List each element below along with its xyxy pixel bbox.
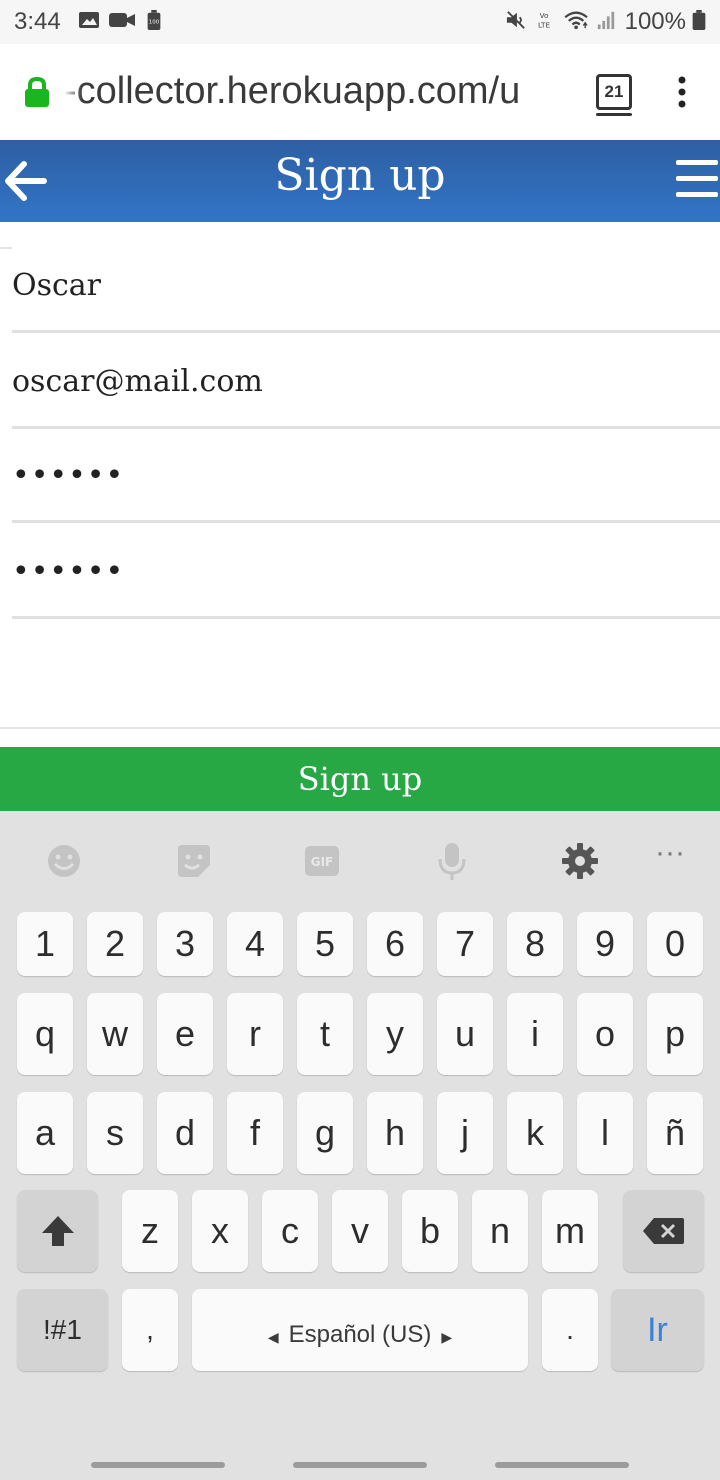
battery-percent: 100% [624,8,686,35]
emoji-icon[interactable] [44,841,84,881]
key-b[interactable]: b [402,1190,458,1272]
gif-icon[interactable]: GIF [302,841,342,881]
key-5[interactable]: 5 [297,912,353,976]
key-x[interactable]: x [192,1190,248,1272]
key-7[interactable]: 7 [437,912,493,976]
name-field[interactable] [12,240,720,333]
key-z[interactable]: z [122,1190,178,1272]
key-9[interactable]: 9 [577,912,633,976]
key-t[interactable]: t [297,993,353,1075]
key-d[interactable]: d [157,1092,213,1174]
key-v[interactable]: v [332,1190,388,1272]
status-bar: 3:44 100 Vo LTE 100% [0,0,720,44]
key-m[interactable]: m [542,1190,598,1272]
back-nav-button[interactable] [495,1462,629,1468]
tab-switcher-button[interactable]: 21 [596,74,632,116]
email-input[interactable] [12,336,712,426]
key-s[interactable]: s [87,1092,143,1174]
backspace-icon [642,1218,684,1244]
battery-saver-icon: 100 [147,10,161,30]
key-o[interactable]: o [577,993,633,1075]
battery-icon [692,10,706,30]
space-language-label: Español (US) [288,1321,432,1348]
shift-key[interactable] [17,1190,98,1272]
backspace-key[interactable] [623,1190,704,1272]
password-field[interactable] [12,430,720,523]
gallery-icon [79,12,99,28]
key-k[interactable]: k [507,1092,563,1174]
shift-arrow-icon [41,1216,74,1246]
go-key[interactable]: Ir [611,1289,704,1371]
volte-icon: Vo LTE [538,11,550,29]
key-6[interactable]: 6 [367,912,423,976]
comma-key[interactable]: , [122,1289,178,1371]
lock-icon [25,76,49,107]
url-field[interactable]: -collector.herokuapp.com/u [64,70,578,114]
key-4[interactable]: 4 [227,912,283,976]
key-y[interactable]: y [367,993,423,1075]
hamburger-menu-icon[interactable] [672,156,720,206]
key-e[interactable]: e [157,993,213,1075]
key-l[interactable]: l [577,1092,633,1174]
signal-icon [597,11,615,30]
key-c[interactable]: c [262,1190,318,1272]
language-left-arrow-icon: ◀ [267,1329,279,1345]
email-field[interactable] [12,336,720,429]
space-key[interactable]: ◀ Español (US) ▶ [192,1289,528,1371]
key-i[interactable]: i [507,993,563,1075]
sign-up-button[interactable]: Sign up [0,747,720,811]
mic-icon[interactable] [432,841,472,881]
svg-text:100: 100 [149,20,160,26]
key-2[interactable]: 2 [87,912,143,976]
key-h[interactable]: h [367,1092,423,1174]
key-u[interactable]: u [437,993,493,1075]
wifi-icon [564,11,588,30]
form-bottom-divider [0,727,720,729]
key-j[interactable]: j [437,1092,493,1174]
confirm-password-field[interactable] [12,526,720,619]
period-key[interactable]: . [542,1289,598,1371]
key-1[interactable]: 1 [17,912,73,976]
soft-keyboard: GIF ··· 1 2 3 4 5 6 7 8 9 0 q w e r t y … [0,811,720,1480]
key-a[interactable]: a [17,1092,73,1174]
settings-icon[interactable] [560,841,600,881]
browser-toolbar: -collector.herokuapp.com/u 21 [0,44,720,141]
app-header: Sign up [0,140,720,222]
page-title: Sign up [274,150,446,201]
key-w[interactable]: w [87,993,143,1075]
home-button[interactable] [293,1462,427,1468]
key-g[interactable]: g [297,1092,353,1174]
more-icon[interactable]: ··· [650,833,690,873]
key-n-tilde[interactable]: ñ [647,1092,703,1174]
key-0[interactable]: 0 [647,912,703,976]
svg-text:Vo: Vo [540,11,549,20]
key-r[interactable]: r [227,993,283,1075]
more-options-icon[interactable] [672,74,692,110]
sticker-icon[interactable] [174,841,214,881]
symbols-key[interactable]: !#1 [17,1289,108,1371]
password-input[interactable] [12,430,712,520]
mute-icon [506,11,525,29]
key-q[interactable]: q [17,993,73,1075]
video-icon [109,13,135,27]
language-right-arrow-icon: ▶ [441,1329,453,1345]
key-f[interactable]: f [227,1092,283,1174]
key-n[interactable]: n [472,1190,528,1272]
clock: 3:44 [14,8,61,35]
svg-text:LTE: LTE [538,20,550,29]
confirm-password-input[interactable] [12,526,712,616]
name-input[interactable] [12,240,712,330]
gif-label: GIF [311,855,334,869]
key-3[interactable]: 3 [157,912,213,976]
key-8[interactable]: 8 [507,912,563,976]
key-p[interactable]: p [647,993,703,1075]
recents-button[interactable] [91,1462,225,1468]
